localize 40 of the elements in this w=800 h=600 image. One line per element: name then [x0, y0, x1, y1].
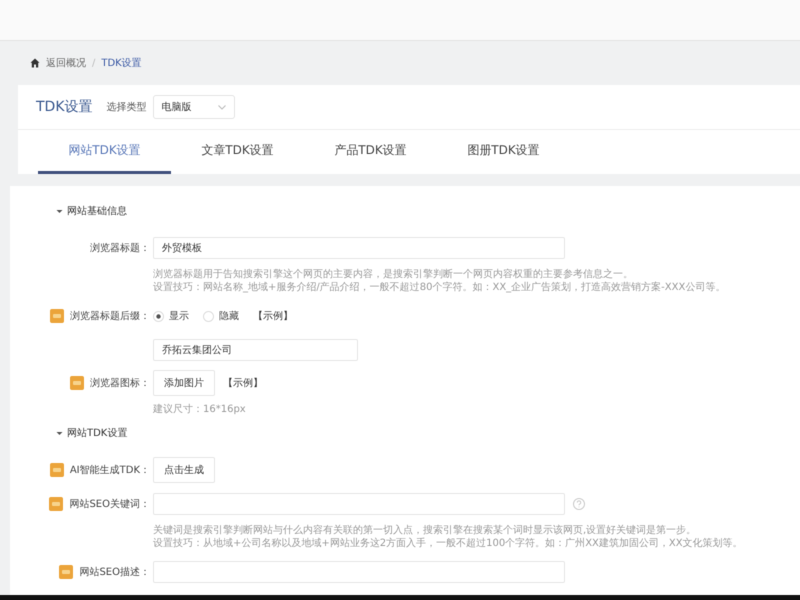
- action-button[interactable]: 添加图片: [153, 370, 215, 396]
- section-title: 网站TDK设置: [67, 426, 128, 440]
- radio-icon[interactable]: [203, 310, 214, 322]
- home-icon: [30, 58, 40, 68]
- type-select[interactable]: 电脑版: [152, 95, 235, 119]
- radio-option[interactable]: 显示: [153, 309, 189, 323]
- field-label: 浏览器图标：: [90, 376, 150, 390]
- breadcrumb-link[interactable]: TDK设置: [101, 56, 142, 70]
- hint-text: 设置技巧：网站名称_地域+服务介绍/产品介绍，一般不超过80个字符。如：XX_企业广告策划，打造高效营销方案-XXX公司等。: [153, 281, 726, 294]
- tab[interactable]: 文章TDK设置: [171, 130, 304, 174]
- radio-icon[interactable]: [153, 310, 164, 322]
- hint-text: 建议尺寸：16*16px: [153, 403, 247, 416]
- caret-icon[interactable]: [56, 208, 63, 214]
- example-link[interactable]: 【示例】: [253, 309, 293, 323]
- field-label: 网站SEO描述：: [79, 566, 150, 579]
- action-button[interactable]: 点击生成: [153, 457, 215, 483]
- tab[interactable]: 产品TDK设置: [304, 130, 437, 174]
- field-label: 浏览器标题：: [90, 242, 150, 255]
- hint-text: 关键词是搜索引擎判断网站与什么内容有关联的第一切入点，搜索引擎在搜索某个词时显示该网页,设置好关键词是第一步。: [153, 524, 698, 537]
- hint-text: 浏览器标题用于告知搜索引擎这个网页的主要内容，是搜索引擎判断一个网页内容权重的主要参考信息之一。: [153, 268, 634, 281]
- field-label: 浏览器标题后缀：: [70, 310, 150, 323]
- field-label: AI智能生成TDK：: [70, 464, 150, 477]
- text-field[interactable]: [153, 493, 565, 515]
- hint-text: 设置技巧：从地域+公司名称以及地域+网站业务这2方面入手，一般不超过100个字符。如：广州XX建筑加固公司，XX文化策划等。: [153, 537, 743, 550]
- breadcrumb-link[interactable]: 返回概况: [46, 56, 86, 70]
- caret-icon[interactable]: [56, 430, 63, 436]
- text-field[interactable]: [153, 561, 565, 583]
- section-title: 网站基础信息: [67, 204, 127, 218]
- type-label: 选择类型: [106, 100, 147, 114]
- help-icon[interactable]: [573, 498, 585, 510]
- breadcrumb-separator: /: [92, 58, 96, 68]
- text-field[interactable]: 外贸模板: [153, 237, 565, 259]
- tab[interactable]: 网站TDK设置: [38, 130, 171, 174]
- text-field[interactable]: 乔拓云集团公司: [153, 339, 358, 361]
- field-label: 网站SEO关键词：: [69, 498, 150, 511]
- example-link[interactable]: 【示例】: [223, 376, 263, 390]
- radio-option[interactable]: 隐藏: [203, 309, 239, 323]
- page-title: TDK设置: [36, 98, 93, 116]
- chevron-down-icon: [218, 104, 226, 110]
- tab[interactable]: 图册TDK设置: [437, 130, 570, 174]
